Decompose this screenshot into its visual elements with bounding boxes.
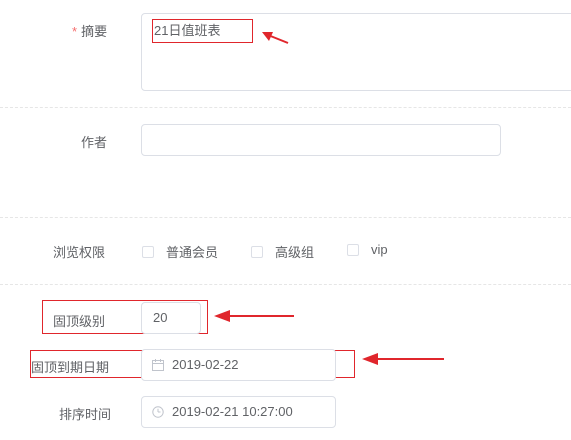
summary-label: * 摘要 <box>72 21 107 40</box>
checkbox-vip[interactable]: vip <box>347 242 388 257</box>
pin-level-label: 固顶级别 <box>53 314 106 329</box>
annotation-arrow-pin-level <box>214 310 294 322</box>
sort-time-label: 排序时间 <box>59 407 112 422</box>
required-mark: * <box>72 24 78 39</box>
sort-time-picker[interactable]: 2019-02-21 10:27:00 <box>141 396 336 428</box>
section-divider <box>0 107 571 108</box>
pin-expiry-value: 2019-02-22 <box>172 357 239 372</box>
pin-expiry-date-picker[interactable]: 2019-02-22 <box>141 349 336 381</box>
checkbox-box[interactable] <box>142 245 154 258</box>
checkbox-label: 普通会员 <box>166 245 219 260</box>
checkbox-advanced-group[interactable]: 高级组 <box>251 242 314 261</box>
checkbox-box[interactable] <box>347 243 359 256</box>
browse-permission-label: 浏览权限 <box>53 245 106 260</box>
calendar-icon <box>152 359 164 371</box>
pin-expiry-label: 固顶到期日期 <box>31 360 110 375</box>
annotation-arrow-summary <box>262 32 289 44</box>
pin-level-value: 20 <box>153 310 168 325</box>
annotation-arrow-pin-expiry <box>362 353 444 365</box>
checkbox-label: 高级组 <box>275 245 315 260</box>
annotation-box-summary <box>152 19 253 43</box>
checkbox-regular-member[interactable]: 普通会员 <box>142 242 218 261</box>
author-label: 作者 <box>81 135 108 150</box>
sort-time-value: 2019-02-21 10:27:00 <box>172 404 293 419</box>
summary-label-text: 摘要 <box>81 24 108 39</box>
pin-level-input[interactable]: 20 <box>141 302 201 334</box>
clock-icon <box>152 406 164 418</box>
checkbox-label: vip <box>371 242 388 257</box>
author-input[interactable] <box>141 124 501 156</box>
checkbox-box[interactable] <box>251 245 263 258</box>
section-divider <box>0 284 571 285</box>
section-divider <box>0 217 571 218</box>
